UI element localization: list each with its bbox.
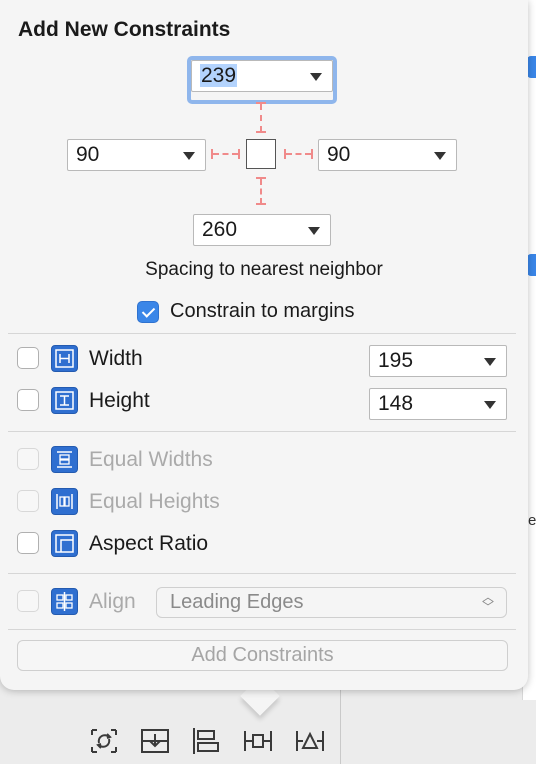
- separator: [8, 431, 516, 432]
- toolbar-divider: [340, 690, 341, 764]
- spacing-caption: Spacing to nearest neighbor: [145, 259, 383, 280]
- separator: [8, 333, 516, 334]
- background-selection-marker: [527, 254, 536, 276]
- equal-widths-icon: [51, 446, 78, 473]
- right-spacing-field[interactable]: 90: [318, 139, 457, 171]
- equal-heights-checkbox[interactable]: [17, 490, 39, 512]
- background-edge-text: e: [528, 512, 536, 529]
- height-value: 148: [378, 392, 414, 415]
- top-spacing-value: 239: [200, 64, 238, 87]
- equal-heights-label: Equal Heights: [89, 490, 220, 513]
- update-frames-icon[interactable]: [88, 726, 120, 756]
- equal-widths-checkbox[interactable]: [17, 448, 39, 470]
- chevron-down-icon[interactable]: [484, 401, 496, 409]
- chevron-down-icon[interactable]: [308, 227, 320, 235]
- popover-title: Add New Constraints: [18, 18, 231, 41]
- resolve-issues-icon[interactable]: [294, 726, 326, 756]
- add-constraints-button[interactable]: Add Constraints: [17, 640, 508, 671]
- chevron-down-icon[interactable]: [434, 152, 446, 160]
- height-checkbox[interactable]: [17, 389, 39, 411]
- constrain-to-margins-checkbox[interactable]: [137, 301, 159, 323]
- height-constraint-icon: [51, 387, 78, 414]
- width-value: 195: [378, 349, 414, 372]
- height-value-field[interactable]: 148: [369, 388, 507, 420]
- width-checkbox[interactable]: [17, 347, 39, 369]
- chevron-down-icon[interactable]: [484, 358, 496, 366]
- align-checkbox[interactable]: [17, 590, 39, 612]
- width-value-field[interactable]: 195: [369, 345, 507, 377]
- align-label: Align: [89, 590, 136, 613]
- constrain-to-margins-label: Constrain to margins: [170, 300, 355, 322]
- stack-view-icon[interactable]: [139, 726, 171, 756]
- left-spacing-value: 90: [76, 143, 100, 166]
- width-label: Width: [89, 347, 143, 370]
- top-spacing-field[interactable]: 239: [191, 60, 333, 92]
- bottom-spacing-field[interactable]: 260: [193, 214, 331, 246]
- aspect-ratio-checkbox[interactable]: [17, 532, 39, 554]
- add-constraints-popover: Add New Constraints 239 90 90 260 Spacin…: [0, 0, 528, 690]
- height-label: Height: [89, 389, 150, 412]
- align-icon: [51, 588, 78, 615]
- align-select[interactable]: Leading Edges ︿ ﹀: [156, 587, 507, 618]
- chevron-down-icon[interactable]: [183, 152, 195, 160]
- pin-constraints-icon[interactable]: [242, 726, 274, 756]
- chevron-updown-icon: ︿ ﹀: [481, 590, 494, 614]
- align-constraints-icon[interactable]: [190, 726, 222, 756]
- separator: [8, 629, 516, 630]
- separator: [8, 573, 516, 574]
- width-constraint-icon: [51, 345, 78, 372]
- bottom-spacing-value: 260: [202, 218, 238, 241]
- aspect-ratio-icon: [51, 530, 78, 557]
- selected-view-box: [246, 139, 276, 169]
- right-spacing-value: 90: [327, 143, 351, 166]
- aspect-ratio-label: Aspect Ratio: [89, 532, 209, 555]
- equal-widths-label: Equal Widths: [89, 448, 213, 471]
- chevron-down-icon[interactable]: [310, 73, 322, 81]
- equal-heights-icon: [51, 488, 78, 515]
- left-spacing-field[interactable]: 90: [67, 139, 206, 171]
- background-selection-marker: [527, 56, 536, 78]
- align-select-value: Leading Edges: [170, 591, 304, 613]
